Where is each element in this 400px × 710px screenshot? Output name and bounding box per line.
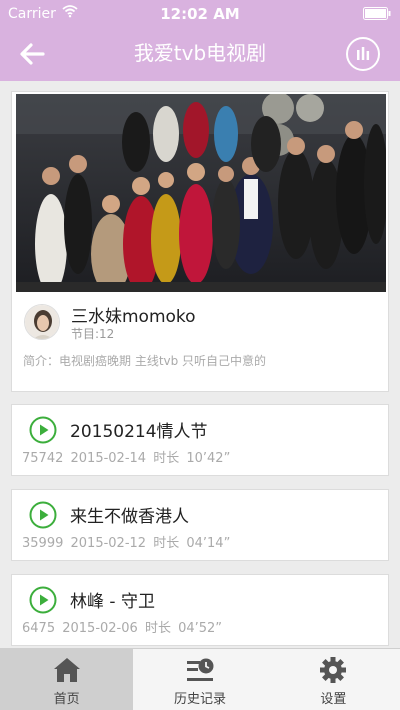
tab-bar: 首页 历史记录 设置 [0,648,400,710]
episode-date: 2015-02-14 [70,451,147,466]
play-icon[interactable] [29,586,57,614]
episode-date: 2015-02-06 [62,621,138,636]
episode-meta: 75742 2015-02-14 时长 10’42” [22,447,233,466]
duration-label: 时长 [153,451,180,466]
episode-title: 来生不做香港人 [70,507,189,527]
episode-duration: 10’42” [186,451,231,466]
cover-image [16,94,386,292]
tab-home[interactable]: 首页 [0,649,134,710]
tab-settings[interactable]: 设置 [267,649,400,710]
avatar [24,304,60,340]
arrow-left-icon [20,43,45,65]
episode-meta: 6475 2015-02-06 时长 04’52” [22,617,225,636]
episode-duration: 04’14” [186,536,231,551]
program-intro: 简介：电视剧癌晚期 主线tvb 只听自己中意的 [23,354,267,368]
bar-chart-icon [357,47,370,60]
episode-count: 节目:12 [71,327,115,341]
episode-title: 20150214情人节 [70,422,208,442]
episode-meta: 35999 2015-02-12 时长 04’14” [22,532,233,551]
play-count: 75742 [22,451,64,466]
play-icon[interactable] [29,416,57,444]
status-bar: Carrier 12:02 AM [0,0,400,27]
back-button[interactable] [16,39,48,69]
episode-date: 2015-02-12 [70,536,147,551]
episode-item[interactable]: 林峰 - 守卫 6475 2015-02-06 时长 04’52” [11,574,389,646]
program-card: 三水妹momoko 节目:12 简介：电视剧癌晚期 主线tvb 只听自己中意的 [11,91,389,392]
program-name: 三水妹momoko [71,307,196,327]
header: Carrier 12:02 AM 我爱tvb电视剧 [0,0,400,81]
episode-duration: 04’52” [178,621,223,636]
episode-title: 林峰 - 守卫 [70,592,155,612]
tab-history[interactable]: 历史记录 [133,649,266,710]
duration-label: 时长 [144,621,171,636]
history-icon [186,658,214,681]
tab-label: 首页 [53,692,80,707]
stats-button[interactable] [346,37,380,71]
status-time: 12:02 AM [160,5,240,23]
page-title: 我爱tvb电视剧 [133,41,267,65]
duration-label: 时长 [153,536,180,551]
episode-item[interactable]: 20150214情人节 75742 2015-02-14 时长 10’42” [11,404,389,476]
play-count: 6475 [22,621,56,636]
play-count: 35999 [22,536,64,551]
episode-item[interactable]: 来生不做香港人 35999 2015-02-12 时长 04’14” [11,489,389,561]
tab-label: 设置 [320,692,347,707]
home-icon [53,658,80,682]
battery-icon [363,7,391,20]
play-icon[interactable] [29,501,57,529]
nav-bar: 我爱tvb电视剧 [0,27,400,81]
gear-icon [320,657,347,683]
content-list[interactable]: 三水妹momoko 节目:12 简介：电视剧癌晚期 主线tvb 只听自己中意的 … [0,81,400,648]
tab-label: 历史记录 [173,692,226,707]
